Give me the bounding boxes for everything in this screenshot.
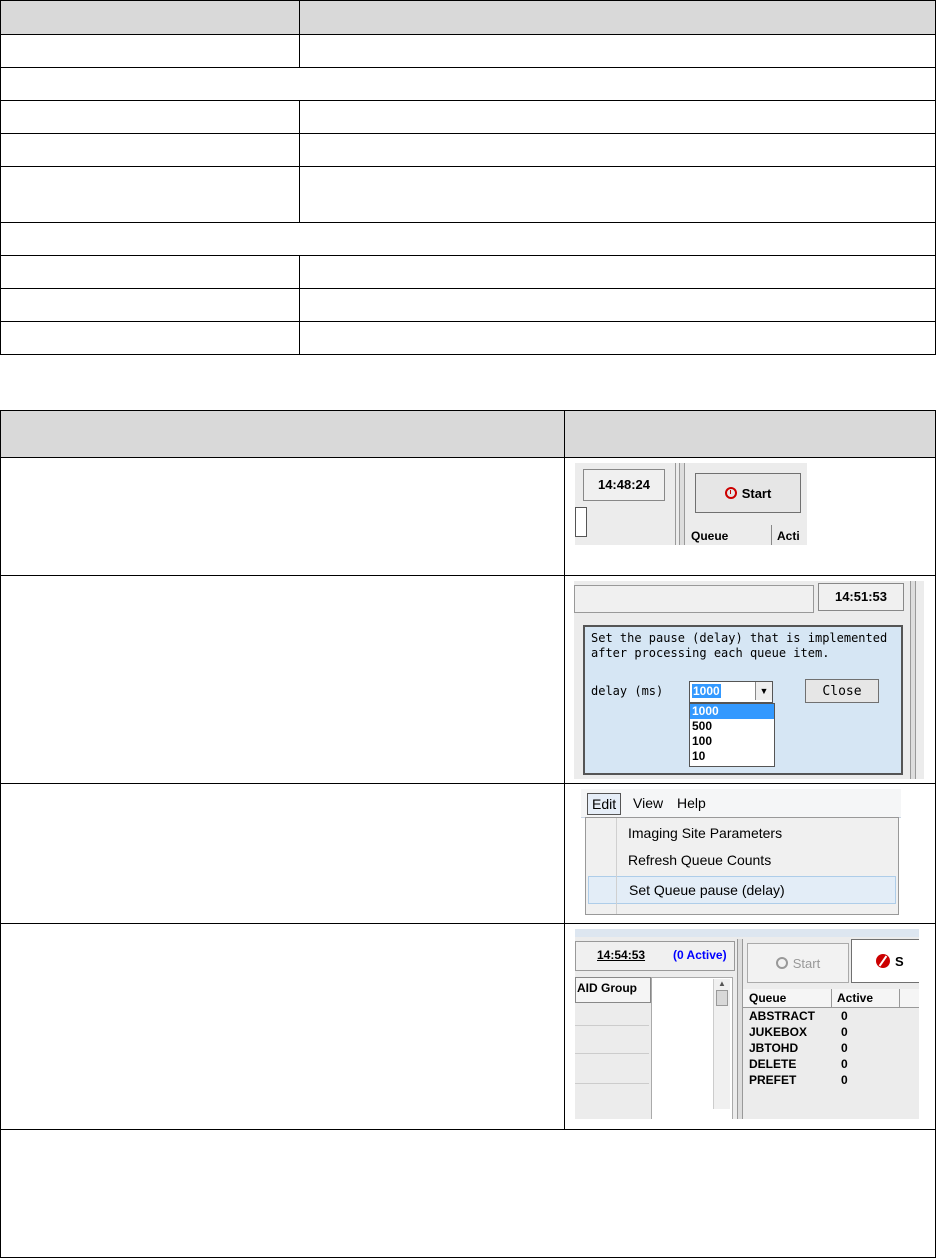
table-row-merged bbox=[0, 67, 936, 101]
start-button[interactable]: Start bbox=[695, 473, 801, 513]
table-row bbox=[0, 288, 936, 322]
menu-item-imaging-site-parameters[interactable]: Imaging Site Parameters bbox=[588, 819, 894, 847]
delay-dialog: Set the pause (delay) that is implemente… bbox=[583, 625, 903, 775]
menu-edit[interactable]: Edit bbox=[587, 793, 622, 815]
dialog-description-line1: Set the pause (delay) that is implemente… bbox=[591, 631, 888, 645]
delay-option[interactable]: 500 bbox=[690, 719, 774, 734]
start-button-screenshot: 14:48:24 Start Queue Acti bbox=[575, 463, 807, 545]
scroll-thumb[interactable] bbox=[716, 990, 728, 1006]
step-row: 14:48:24 Start Queue Acti bbox=[0, 457, 936, 576]
edit-menu-screenshot: Edit View Help Imaging Site Parameters R… bbox=[581, 789, 901, 917]
clock-display: 14:51:53 bbox=[818, 583, 904, 611]
menu-help[interactable]: Help bbox=[673, 793, 710, 813]
scroll-up-icon[interactable]: ▲ bbox=[714, 979, 730, 988]
active-column-header: Active bbox=[837, 991, 874, 1005]
table-row bbox=[0, 166, 936, 223]
queue-row: PREFET 0 bbox=[749, 1073, 848, 1087]
table-row bbox=[0, 34, 936, 68]
queue-row: DELETE 0 bbox=[749, 1057, 848, 1071]
queue-row: JUKEBOX 0 bbox=[749, 1025, 848, 1039]
queue-column-header: Queue bbox=[691, 529, 729, 543]
table-row bbox=[0, 321, 936, 355]
table-row-merged bbox=[0, 222, 936, 256]
menu-item-set-queue-pause[interactable]: Set Queue pause (delay) bbox=[588, 876, 896, 904]
delay-label: delay (ms) bbox=[591, 684, 664, 698]
step-row: 14:51:53 Set the pause (delay) that is i… bbox=[0, 575, 936, 784]
edit-menu-dropdown: Imaging Site Parameters Refresh Queue Co… bbox=[585, 817, 899, 915]
active-count: (0 Active) bbox=[673, 948, 727, 962]
chevron-down-icon[interactable]: ▼ bbox=[755, 682, 772, 700]
aid-group-header: AID Group bbox=[577, 981, 637, 995]
table-row bbox=[0, 255, 936, 289]
table-header-row bbox=[0, 0, 936, 35]
start-button-label: Start bbox=[741, 485, 772, 501]
delay-options-list: 1000 500 100 10 bbox=[689, 703, 775, 767]
stop-button[interactable]: S bbox=[851, 939, 919, 983]
top-table bbox=[0, 0, 936, 355]
clock-display: 14:54:53 bbox=[597, 948, 646, 962]
delay-option[interactable]: 10 bbox=[690, 749, 774, 764]
delay-select[interactable]: 1000 ▼ bbox=[689, 681, 773, 703]
queue-row: JBTOHD 0 bbox=[749, 1041, 848, 1055]
notes-row bbox=[0, 1129, 936, 1258]
clock-display: 14:48:24 bbox=[583, 469, 665, 501]
queue-column-header: Queue bbox=[749, 991, 787, 1005]
active-column-header: Acti bbox=[777, 529, 800, 543]
delay-option[interactable]: 1000 bbox=[690, 704, 774, 719]
queue-status-screenshot: 14:54:53 (0 Active) AID Group ▲ Start S … bbox=[575, 929, 919, 1119]
step-row: Edit View Help Imaging Site Parameters R… bbox=[0, 783, 936, 924]
menu-bar: Edit View Help bbox=[581, 789, 901, 818]
stop-icon bbox=[876, 954, 890, 968]
delay-selected-value: 1000 bbox=[692, 684, 721, 698]
menu-view[interactable]: View bbox=[629, 793, 667, 813]
scrollbar[interactable]: ▲ bbox=[713, 979, 730, 1109]
steps-table: 14:48:24 Start Queue Acti 14:51:53 Set t… bbox=[0, 410, 936, 1258]
start-button[interactable]: Start bbox=[747, 943, 849, 983]
dialog-description-line2: after processing each queue item. bbox=[591, 646, 830, 660]
delay-option[interactable]: 100 bbox=[690, 734, 774, 749]
table-row bbox=[0, 100, 936, 134]
clock-icon bbox=[724, 487, 737, 499]
queue-row: ABSTRACT 0 bbox=[749, 1009, 848, 1023]
step-row: 14:54:53 (0 Active) AID Group ▲ Start S … bbox=[0, 923, 936, 1130]
delay-dialog-screenshot: 14:51:53 Set the pause (delay) that is i… bbox=[574, 581, 924, 779]
table-row bbox=[0, 133, 936, 167]
clock-icon bbox=[775, 957, 788, 969]
close-button[interactable]: Close bbox=[805, 679, 879, 703]
menu-item-refresh-queue-counts[interactable]: Refresh Queue Counts bbox=[588, 846, 894, 874]
steps-header-row bbox=[0, 410, 936, 458]
